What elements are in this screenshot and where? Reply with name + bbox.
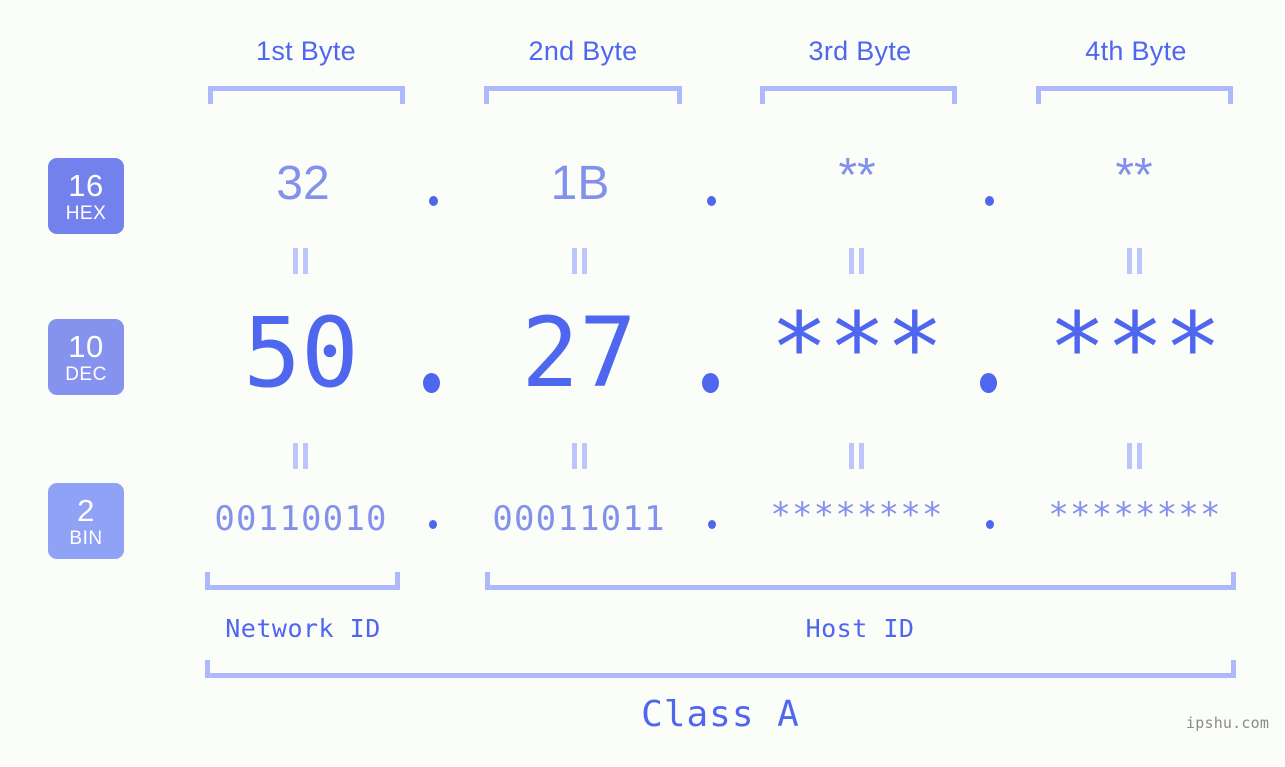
equals-mark-dec-bin-3 bbox=[848, 443, 866, 469]
byte-header-label-1: 1st Byte bbox=[256, 36, 356, 66]
base-badge-bin-name: BIN bbox=[69, 527, 103, 549]
equals-mark-dec-bin-2 bbox=[571, 443, 589, 469]
dec-separator-dot-2 bbox=[702, 373, 719, 393]
equals-mark-hex-dec-1 bbox=[292, 248, 310, 274]
byte-header-label-4: 4th Byte bbox=[1085, 36, 1187, 66]
hex-byte-4-value: ** bbox=[1115, 149, 1153, 202]
base-badge-hex-name: HEX bbox=[65, 202, 107, 224]
base-badge-dec-name: DEC bbox=[65, 363, 107, 385]
hex-byte-1-value: 32 bbox=[276, 157, 330, 210]
bin-byte-3-value: ******** bbox=[770, 495, 944, 535]
dec-separator-dot-1 bbox=[423, 373, 440, 393]
ip-address-breakdown-diagram: 1st Byte 2nd Byte 3rd Byte 4th Byte 16 H… bbox=[0, 0, 1285, 767]
dec-separator-dot-3 bbox=[980, 373, 997, 393]
hex-separator-dot-1 bbox=[429, 196, 438, 206]
site-watermark: ipshu.com bbox=[1186, 714, 1270, 732]
base-badge-dec-number: 10 bbox=[68, 328, 104, 364]
bin-byte-2-value: 00011011 bbox=[492, 499, 666, 539]
base-badge-hex: 16 HEX bbox=[48, 158, 124, 234]
bin-byte-4-value: ******** bbox=[1048, 495, 1222, 535]
bin-byte-1-value: 00110010 bbox=[214, 499, 388, 539]
hex-separator-dot-2 bbox=[707, 196, 716, 206]
base-badge-bin-number: 2 bbox=[77, 492, 95, 528]
base-badge-dec: 10 DEC bbox=[48, 319, 124, 395]
dec-byte-3-value: *** bbox=[770, 292, 944, 404]
byte-bracket-top-4 bbox=[1036, 86, 1233, 104]
equals-mark-hex-dec-3 bbox=[848, 248, 866, 274]
network-id-bracket bbox=[205, 572, 400, 590]
byte-header-label-2: 2nd Byte bbox=[528, 36, 638, 66]
bin-separator-dot-3 bbox=[986, 520, 994, 529]
hex-byte-2-value: 1B bbox=[550, 157, 610, 210]
dec-byte-1-value: 50 bbox=[243, 297, 359, 409]
equals-mark-dec-bin-4 bbox=[1126, 443, 1144, 469]
bin-separator-dot-1 bbox=[429, 520, 437, 529]
network-id-label: Network ID bbox=[225, 614, 381, 643]
base-badge-bin: 2 BIN bbox=[48, 483, 124, 559]
equals-mark-hex-dec-4 bbox=[1126, 248, 1144, 274]
host-id-bracket bbox=[485, 572, 1236, 590]
byte-header-label-3: 3rd Byte bbox=[808, 36, 912, 66]
byte-bracket-top-1 bbox=[208, 86, 405, 104]
class-bracket bbox=[205, 660, 1236, 678]
hex-separator-dot-3 bbox=[985, 196, 994, 206]
class-label: Class A bbox=[641, 694, 800, 735]
host-id-label: Host ID bbox=[805, 614, 915, 643]
byte-bracket-top-3 bbox=[760, 86, 957, 104]
equals-mark-dec-bin-1 bbox=[292, 443, 310, 469]
bin-separator-dot-2 bbox=[708, 520, 716, 529]
equals-mark-hex-dec-2 bbox=[571, 248, 589, 274]
base-badge-hex-number: 16 bbox=[68, 167, 104, 203]
hex-byte-3-value: ** bbox=[838, 149, 876, 202]
dec-byte-4-value: *** bbox=[1048, 292, 1222, 404]
byte-bracket-top-2 bbox=[484, 86, 682, 104]
dec-byte-2-value: 27 bbox=[521, 297, 637, 409]
